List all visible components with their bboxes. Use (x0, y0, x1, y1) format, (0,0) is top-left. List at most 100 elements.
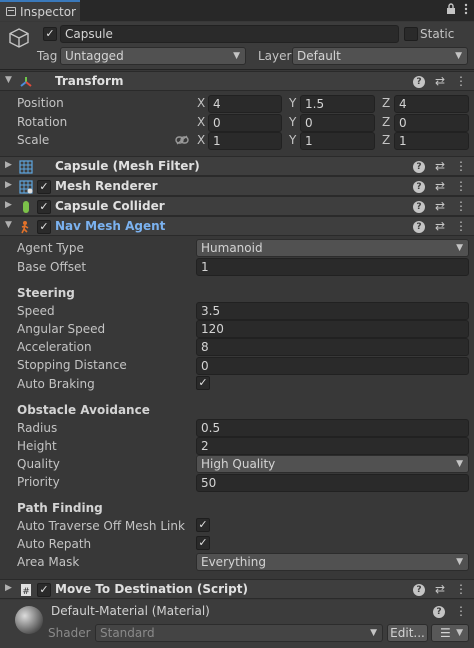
preset-icon[interactable]: ⇄ (435, 219, 445, 233)
speed-field[interactable]: 3.5 (196, 302, 469, 320)
axis-z: Z (382, 115, 391, 129)
axis-z: Z (382, 96, 391, 110)
shader-value: Standard (100, 626, 155, 640)
position-z-field[interactable]: 4 (394, 95, 469, 113)
help-icon[interactable]: ? (412, 161, 425, 173)
agent-type-label: Agent Type (17, 241, 84, 255)
mesh-filter-title: Capsule (Mesh Filter) (55, 159, 200, 173)
foldout-collapsed-icon[interactable]: ▶ (5, 160, 12, 170)
agent-type-dropdown[interactable]: Humanoid ▼ (196, 239, 469, 257)
kebab-icon[interactable]: ⋮ (455, 199, 467, 213)
preset-icon[interactable]: ⇄ (435, 159, 445, 173)
position-y-field[interactable]: 1.5 (300, 95, 375, 113)
kebab-icon[interactable]: ⋮ (455, 74, 467, 88)
preset-icon[interactable]: ⇄ (435, 582, 445, 596)
chevron-down-icon: ▼ (456, 557, 463, 567)
capsule-collider-header[interactable]: ▶ ✓ Capsule Collider ? ⇄ ⋮ (0, 196, 474, 216)
rotation-z-field[interactable]: 0 (394, 114, 469, 132)
agent-type-value: Humanoid (201, 241, 263, 255)
auto-traverse-checkbox[interactable]: ✓ (196, 518, 210, 532)
mesh-renderer-header[interactable]: ▶ ✓ Mesh Renderer ? ⇄ ⋮ (0, 176, 474, 196)
material-name: Default-Material (Material) (51, 604, 210, 618)
scale-z-field[interactable]: 1 (394, 132, 469, 150)
quality-dropdown[interactable]: High Quality ▼ (196, 455, 469, 473)
nav-mesh-agent-enabled-checkbox[interactable]: ✓ (37, 220, 51, 234)
foldout-collapsed-icon[interactable]: ▶ (5, 583, 12, 593)
kebab-icon[interactable] (464, 3, 468, 15)
acceleration-field[interactable]: 8 (196, 338, 469, 356)
scale-y-field[interactable]: 1 (300, 132, 375, 150)
kebab-icon[interactable]: ⋮ (455, 219, 467, 233)
chevron-down-icon: ▼ (456, 459, 463, 469)
kebab-icon[interactable]: ⋮ (455, 582, 467, 596)
mesh-renderer-enabled-checkbox[interactable]: ✓ (37, 180, 51, 194)
radius-label: Radius (17, 421, 58, 435)
base-offset-label: Base Offset (17, 260, 87, 274)
static-checkbox[interactable] (404, 27, 418, 41)
move-script-header[interactable]: ▶ # ✓ Move To Destination (Script) ? ⇄ ⋮ (0, 579, 474, 599)
transform-header[interactable]: ▼ Transform ? ⇄ ⋮ (0, 71, 474, 91)
auto-braking-checkbox[interactable]: ✓ (196, 376, 210, 390)
foldout-collapsed-icon[interactable]: ▶ (5, 200, 12, 210)
position-label: Position (17, 96, 64, 110)
tag-dropdown[interactable]: Untagged ▼ (60, 47, 246, 65)
help-icon[interactable]: ? (412, 221, 425, 233)
rotation-x-field[interactable]: 0 (208, 114, 282, 132)
component-controls: ? ⇄ ⋮ (412, 199, 467, 213)
layer-dropdown[interactable]: Default ▼ (292, 47, 468, 65)
kebab-icon[interactable]: ⋮ (455, 179, 467, 193)
priority-field[interactable]: 50 (196, 474, 469, 492)
axis-y: Y (289, 96, 297, 110)
nav-mesh-agent-header[interactable]: ▼ ✓ Nav Mesh Agent ? ⇄ ⋮ (0, 216, 474, 236)
static-label: Static (420, 27, 455, 41)
height-label: Height (17, 439, 57, 453)
help-icon[interactable]: ? (433, 606, 445, 618)
foldout-collapsed-icon[interactable]: ▶ (5, 180, 12, 190)
move-script-enabled-checkbox[interactable]: ✓ (37, 583, 51, 597)
capsule-collider-enabled-checkbox[interactable]: ✓ (37, 200, 51, 214)
help-icon[interactable]: ? (412, 76, 425, 88)
angular-speed-field[interactable]: 120 (196, 320, 469, 338)
chevron-down-icon: ▼ (456, 628, 463, 638)
shader-list-button[interactable]: ☰ ▼ (431, 624, 469, 642)
help-icon[interactable]: ? (412, 181, 425, 193)
inspector-tab[interactable]: Inspector (0, 0, 80, 21)
active-checkbox[interactable]: ✓ (43, 27, 57, 41)
preset-icon[interactable]: ⇄ (435, 179, 445, 193)
help-icon[interactable]: ? (412, 584, 425, 596)
preset-icon[interactable]: ⇄ (435, 74, 445, 88)
component-controls: ? ⇄ ⋮ (412, 582, 467, 596)
shader-label: Shader (48, 626, 91, 640)
foldout-expanded-icon[interactable]: ▼ (5, 220, 12, 230)
position-x-field[interactable]: 4 (208, 95, 282, 113)
foldout-expanded-icon[interactable]: ▼ (5, 75, 12, 85)
kebab-icon[interactable]: ⋮ (455, 604, 467, 618)
area-mask-dropdown[interactable]: Everything ▼ (196, 553, 469, 571)
tab-controls (446, 3, 468, 15)
chevron-down-icon: ▼ (233, 51, 240, 61)
inspector-icon (6, 7, 16, 16)
link-icon[interactable] (175, 135, 189, 145)
inspector-tabbar: Inspector (0, 0, 474, 21)
radius-field[interactable]: 0.5 (196, 419, 469, 437)
object-name-field[interactable]: Capsule (60, 25, 399, 43)
preset-icon[interactable]: ⇄ (435, 199, 445, 213)
stopping-distance-field[interactable]: 0 (196, 357, 469, 375)
kebab-icon[interactable]: ⋮ (455, 159, 467, 173)
scale-x-field[interactable]: 1 (208, 132, 282, 150)
auto-repath-checkbox[interactable]: ✓ (196, 536, 210, 550)
rotation-y-field[interactable]: 0 (300, 114, 375, 132)
material-sphere-icon (15, 606, 43, 634)
obstacle-avoidance-header: Obstacle Avoidance (17, 403, 150, 417)
height-field[interactable]: 2 (196, 437, 469, 455)
lock-icon[interactable] (446, 3, 456, 15)
axis-z: Z (382, 133, 391, 147)
mesh-filter-header[interactable]: ▶ Capsule (Mesh Filter) ? ⇄ ⋮ (0, 156, 474, 176)
help-icon[interactable]: ? (412, 201, 425, 213)
quality-label: Quality (17, 457, 60, 471)
material-section: Default-Material (Material) ? ⋮ Shader S… (0, 600, 474, 648)
shader-dropdown[interactable]: Standard ▼ (95, 624, 383, 642)
auto-repath-label: Auto Repath (17, 537, 92, 551)
edit-button[interactable]: Edit... (387, 624, 428, 642)
base-offset-field[interactable]: 1 (196, 258, 469, 276)
